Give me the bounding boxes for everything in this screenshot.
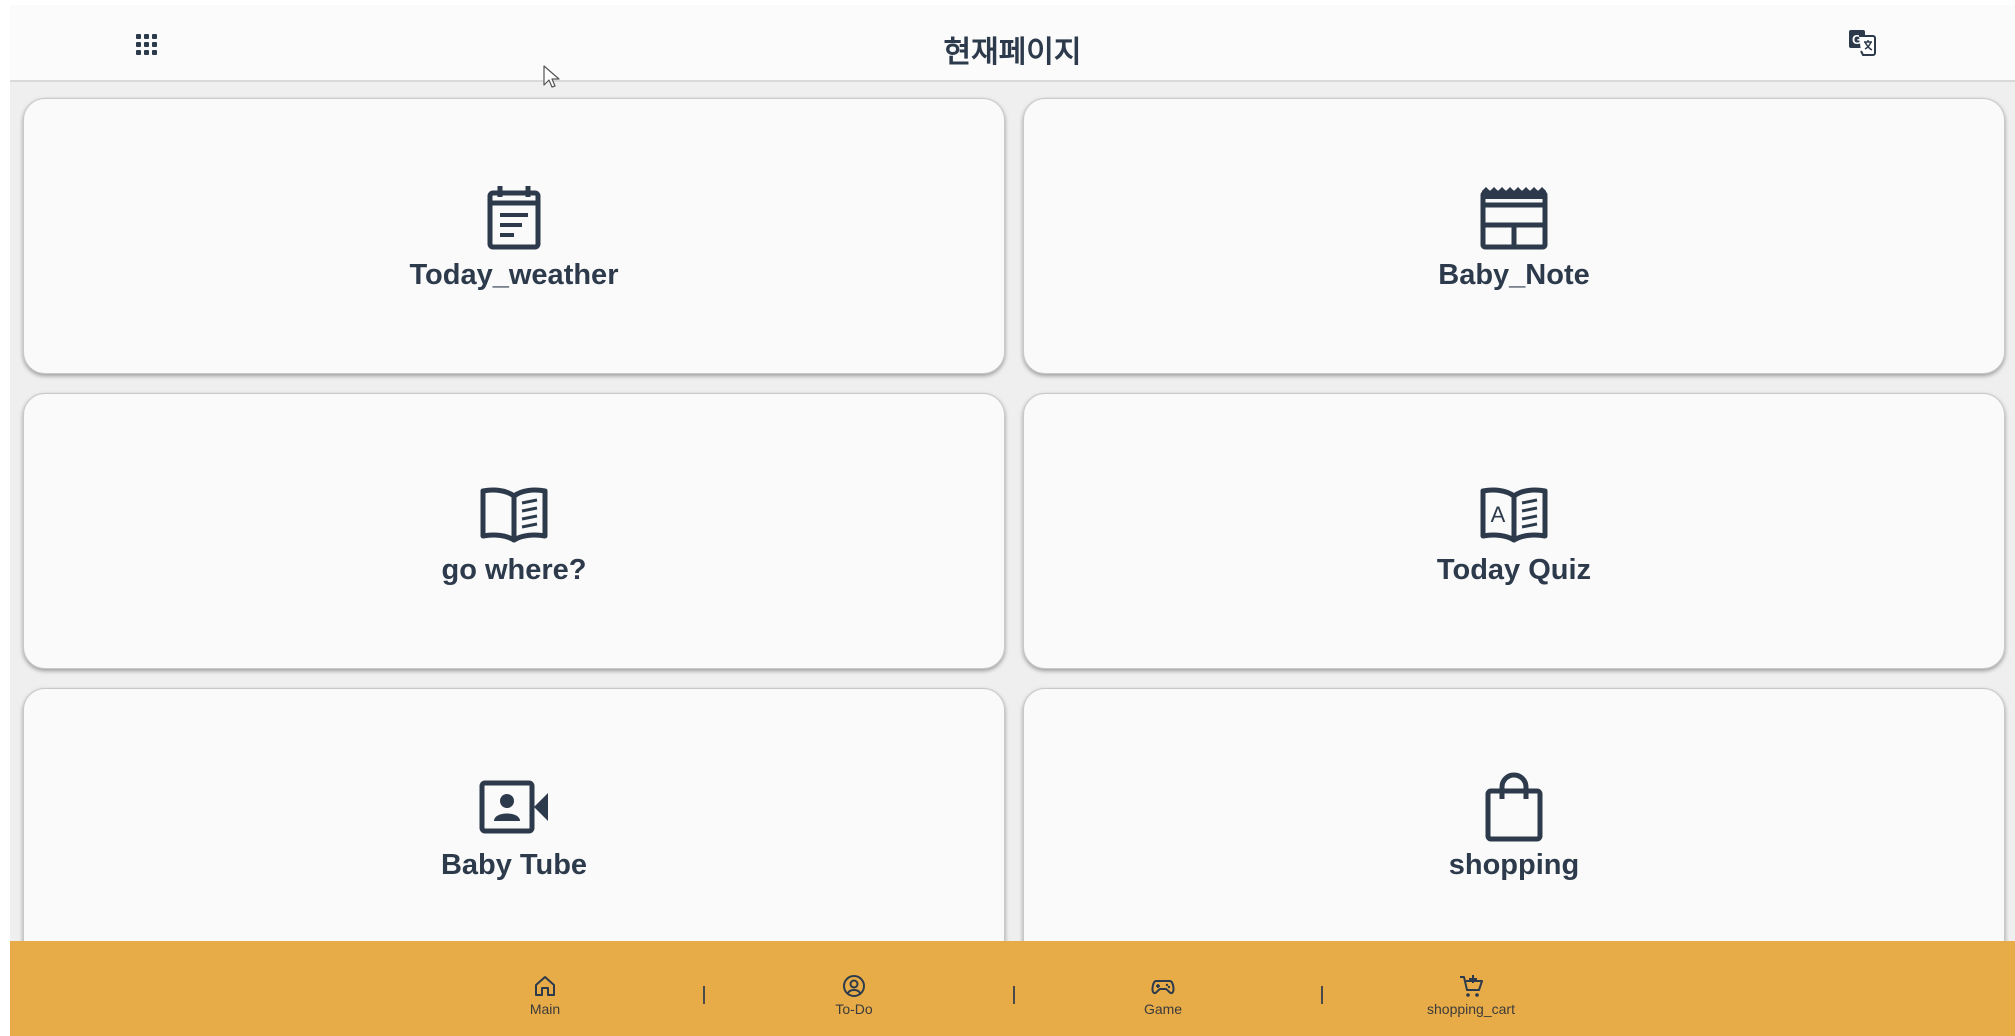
- card-baby-tube[interactable]: Baby Tube: [23, 688, 1005, 964]
- top-app-bar: 현재페이지 G: [10, 5, 2015, 82]
- card-label: go where?: [441, 553, 587, 586]
- quiz-book-icon: A: [1478, 476, 1550, 548]
- mouse-cursor-icon: [543, 65, 560, 88]
- calendar-note-icon: [478, 181, 550, 253]
- page-title: 현재페이지: [943, 35, 1082, 70]
- shopping-bag-icon: [1478, 771, 1550, 843]
- translate-icon[interactable]: G: [1847, 27, 1877, 57]
- card-baby-note[interactable]: Baby_Note: [1023, 98, 2005, 374]
- card-label: shopping: [1448, 848, 1580, 881]
- video-person-icon: [478, 771, 550, 843]
- nav-item-shopping-cart[interactable]: shopping_cart: [1401, 973, 1541, 1017]
- nav-label: To-Do: [835, 1001, 873, 1017]
- gamepad-icon: [1151, 980, 1175, 995]
- nav-separator: [703, 986, 705, 1004]
- nav-label: Game: [1143, 1001, 1183, 1017]
- card-go-where[interactable]: go where?: [23, 393, 1005, 669]
- card-label: Today_weather: [409, 258, 619, 291]
- nav-label: Main: [529, 1001, 561, 1017]
- notebook-table-icon: [1478, 181, 1550, 253]
- app-window: 현재페이지 G Today_weather Baby_Note go where…: [10, 5, 2015, 1036]
- svg-text:A: A: [1491, 502, 1506, 527]
- nav-item-game[interactable]: Game: [1093, 973, 1233, 1017]
- home-icon: [535, 976, 555, 996]
- menu-card-grid: Today_weather Baby_Note go where? A Toda…: [23, 98, 2005, 964]
- nav-separator: [1321, 986, 1323, 1004]
- card-shopping[interactable]: shopping: [1023, 688, 2005, 964]
- card-today-quiz[interactable]: A Today Quiz: [1023, 393, 2005, 669]
- user-circle-icon: [843, 975, 865, 997]
- card-today-weather[interactable]: Today_weather: [23, 98, 1005, 374]
- card-label: Baby Tube: [440, 848, 588, 881]
- add-cart-icon: [1460, 975, 1483, 997]
- nav-label: shopping_cart: [1427, 1001, 1515, 1017]
- nav-item-main[interactable]: Main: [475, 973, 615, 1017]
- nav-item-todo[interactable]: To-Do: [784, 973, 924, 1017]
- open-book-icon: [478, 476, 550, 548]
- card-label: Today Quiz: [1436, 553, 1592, 586]
- bottom-navigation: Main To-Do Game shopping_cart: [10, 941, 2015, 1036]
- nav-separator: [1013, 986, 1015, 1004]
- card-label: Baby_Note: [1438, 258, 1590, 291]
